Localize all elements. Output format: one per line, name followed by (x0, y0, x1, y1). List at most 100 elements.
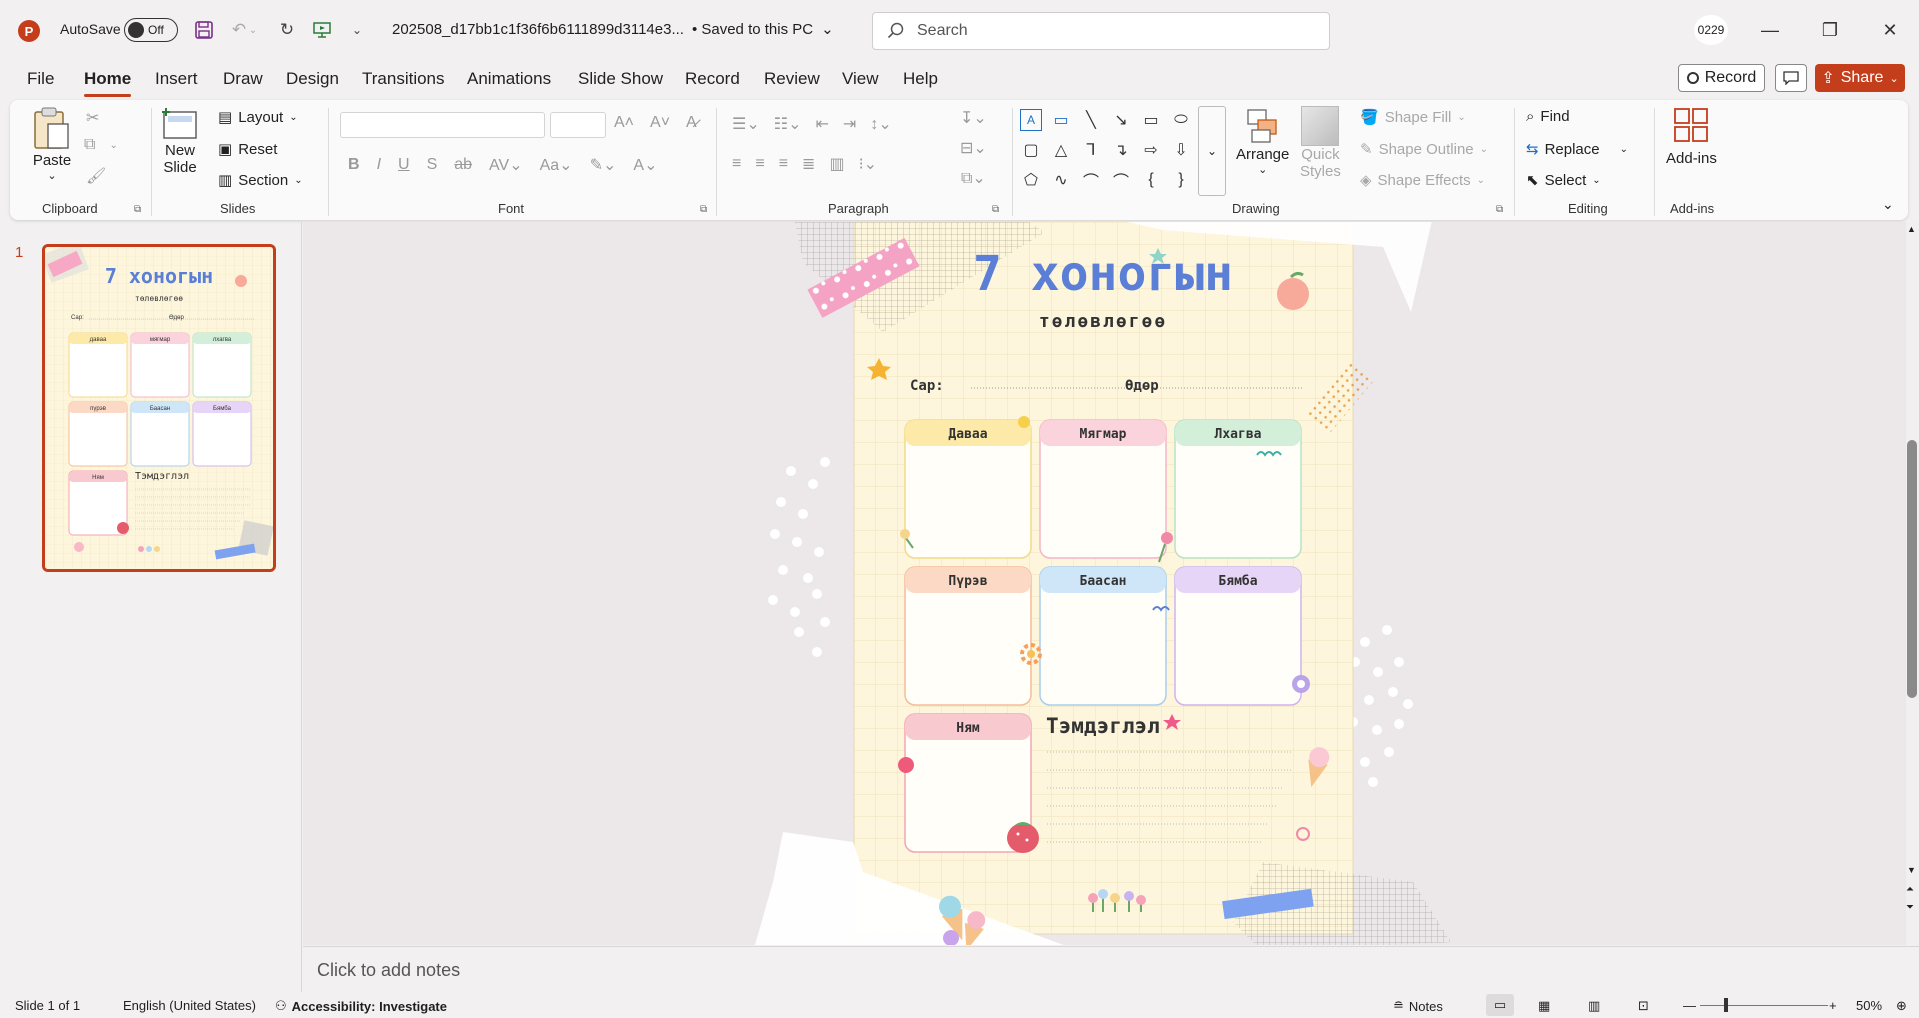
shape-fill-button[interactable]: 🪣 Shape Fill ⌄ (1360, 108, 1466, 127)
customize-qat-icon[interactable]: ⌄ (344, 17, 370, 43)
slide-thumbnail[interactable]: 7 хоногын төлөвлөгөө Сар: Өдөр даваа мяг… (42, 244, 276, 572)
change-case-icon[interactable]: Aa⌄ (540, 155, 573, 175)
smartart-icon[interactable]: ⧉⌄ (961, 168, 986, 188)
scroll-up-icon[interactable]: ▲ (1907, 224, 1916, 234)
tab-transitions[interactable]: Transitions (362, 69, 445, 89)
shadow-icon[interactable]: S (427, 156, 438, 174)
bullets-icon[interactable]: ☰⌄ (732, 114, 760, 134)
curve-shape-icon[interactable]: ⌒ (1110, 169, 1132, 191)
bold-icon[interactable]: B (348, 156, 360, 174)
rounded-rectangle-icon[interactable]: ▢ (1020, 139, 1042, 161)
day-card-monday[interactable]: Даваа (904, 419, 1032, 559)
replace-button[interactable]: ⇆ Replace ⌄ (1526, 140, 1628, 159)
slide-show-icon[interactable]: ⊡ (1638, 998, 1649, 1014)
zoom-slider-handle[interactable] (1724, 998, 1728, 1012)
add-ins-button[interactable]: Add-ins (1666, 106, 1717, 167)
tab-slide-show[interactable]: Slide Show (578, 69, 663, 89)
line-spacing-icon[interactable]: ↕⌄ (870, 114, 891, 134)
quick-styles-button[interactable]: Quick Styles (1300, 106, 1341, 180)
record-button[interactable]: Record (1678, 64, 1765, 92)
elbow-arrow-icon[interactable]: ↴ (1110, 139, 1132, 161)
text-box-icon[interactable]: A (1020, 109, 1042, 131)
scrollbar-thumb[interactable] (1907, 440, 1917, 698)
rectangle-shape-icon[interactable]: ▭ (1140, 109, 1162, 131)
tab-record[interactable]: Record (685, 69, 740, 89)
right-arrow-shape-icon[interactable]: ⇨ (1140, 139, 1162, 161)
slide-canvas[interactable]: 7 хоногын төлөвлөгөө Сар: Өдөр Даваа Мяг… (303, 222, 1906, 945)
document-title[interactable]: 202508_d17bb1c1f36f6b6111899d3114e3... •… (392, 20, 834, 39)
month-label[interactable]: Сар: (910, 378, 944, 394)
copy-icon[interactable]: ⧉ ⌄ (84, 136, 118, 154)
autosave-toggle[interactable]: Off (124, 18, 178, 42)
reset-button[interactable]: ▣ Reset (218, 140, 277, 159)
zoom-level[interactable]: 50% (1856, 998, 1882, 1013)
arrange-button[interactable]: Arrange ⌄ (1236, 106, 1289, 176)
normal-view-icon[interactable]: ▭ (1486, 994, 1514, 1016)
shape-outline-button[interactable]: ✎ Shape Outline ⌄ (1360, 140, 1488, 159)
columns-icon[interactable]: ▥ (829, 154, 844, 174)
day-card-tuesday[interactable]: Мягмар (1039, 419, 1167, 559)
dialog-launcher-icon[interactable]: ⧉ (992, 204, 999, 215)
line-shape-icon[interactable]: ╲ (1080, 109, 1102, 131)
dialog-launcher-icon[interactable]: ⧉ (134, 204, 141, 215)
collapse-ribbon-icon[interactable]: ⌄ (1882, 196, 1894, 213)
day-card-friday[interactable]: Баасан (1039, 566, 1167, 706)
tab-home[interactable]: Home (84, 69, 132, 97)
cut-icon[interactable]: ✂ (86, 108, 99, 128)
minimize-icon[interactable]: — (1747, 14, 1793, 46)
arc-shape-icon[interactable]: ⌒ (1080, 169, 1102, 191)
tab-draw[interactable]: Draw (223, 69, 263, 89)
font-size-select[interactable] (550, 112, 606, 138)
tab-design[interactable]: Design (286, 69, 339, 89)
day-card-saturday[interactable]: Бямба (1174, 566, 1302, 706)
select-button[interactable]: ⬉ Select ⌄ (1526, 171, 1601, 190)
tab-animations[interactable]: Animations (467, 69, 551, 89)
underline-icon[interactable]: U (398, 156, 410, 174)
right-brace-icon[interactable]: } (1170, 169, 1192, 191)
italic-icon[interactable]: I (377, 156, 381, 174)
scroll-down-icon[interactable]: ▼ (1907, 865, 1916, 875)
slide-counter[interactable]: Slide 1 of 1 (15, 998, 80, 1013)
notes-title[interactable]: Тэмдэглэл (1046, 714, 1160, 738)
format-painter-icon[interactable]: 🖌 (86, 166, 106, 186)
zoom-out-icon[interactable]: — (1683, 998, 1696, 1013)
increase-indent-icon[interactable]: ⇥ (843, 114, 856, 134)
highlight-icon[interactable]: ✎⌄ (590, 155, 617, 175)
numbering-icon[interactable]: ☷⌄ (774, 114, 802, 134)
notes-pane[interactable]: Click to add notes (303, 946, 1919, 992)
share-button[interactable]: ⇪ Share ⌄ (1815, 64, 1905, 92)
shrink-font-icon[interactable]: A˅ (650, 114, 670, 132)
previous-slide-icon[interactable]: ⏶ (1906, 884, 1914, 895)
slide-subtitle[interactable]: төлөвлөгөө (1039, 311, 1167, 332)
align-left-icon[interactable]: ≡ (732, 155, 741, 173)
clear-formatting-icon[interactable]: A̷ (686, 114, 697, 132)
align-center-icon[interactable]: ≡ (755, 155, 764, 173)
tab-help[interactable]: Help (903, 69, 938, 89)
decrease-indent-icon[interactable]: ⇤ (816, 114, 829, 134)
comments-button[interactable] (1775, 64, 1807, 92)
align-text-icon[interactable]: ⊟⌄ (960, 138, 987, 158)
day-card-thursday[interactable]: Пүрэв (904, 566, 1032, 706)
dialog-launcher-icon[interactable]: ⧉ (700, 204, 707, 215)
zoom-slider[interactable] (1700, 1005, 1828, 1006)
search-input[interactable]: Search (872, 12, 1330, 50)
restore-icon[interactable]: ❐ (1807, 14, 1853, 46)
slide-editor[interactable]: 7 хоногын төлөвлөгөө Сар: Өдөр Даваа Мяг… (303, 222, 1906, 945)
language-indicator[interactable]: English (United States) (123, 998, 256, 1013)
close-icon[interactable]: ✕ (1867, 14, 1913, 46)
present-icon[interactable] (309, 17, 335, 43)
save-icon[interactable] (191, 17, 217, 43)
notes-toggle-button[interactable]: ≘ Notes (1393, 998, 1443, 1014)
notes-placeholder[interactable]: Click to add notes (317, 960, 460, 981)
layout-button[interactable]: ▤ Layout ⌄ (218, 108, 298, 127)
redo-icon[interactable]: ↻ (274, 17, 300, 43)
character-spacing-icon[interactable]: AV⌄ (489, 155, 523, 175)
triangle-shape-icon[interactable]: △ (1050, 139, 1072, 161)
find-button[interactable]: ⌕ Find (1526, 108, 1570, 125)
slide-sorter-icon[interactable]: ▦ (1538, 998, 1550, 1014)
paste-button[interactable]: Paste ⌄ (32, 106, 72, 182)
text-direction-icon[interactable]: ↧⌄ (960, 108, 987, 128)
font-color-icon[interactable]: A⌄ (633, 155, 657, 175)
align-right-icon[interactable]: ≡ (779, 155, 788, 173)
reading-view-icon[interactable]: ▥ (1588, 998, 1600, 1014)
